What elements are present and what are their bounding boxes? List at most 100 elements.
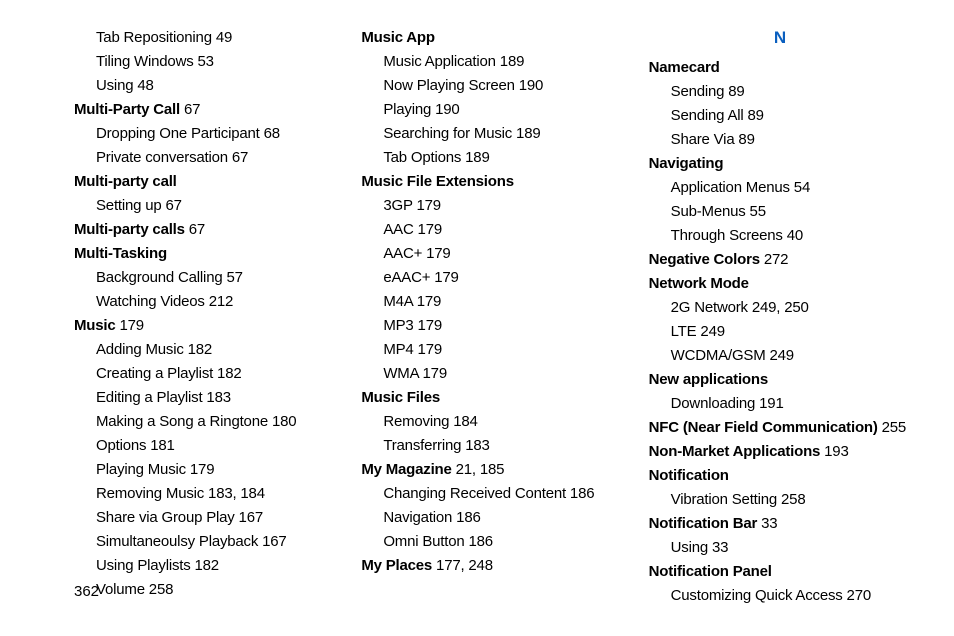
index-entry: 3GP 179 (361, 194, 624, 218)
index-page-ref[interactable]: 89 (734, 131, 754, 148)
index-page-ref[interactable]: 181 (146, 437, 174, 454)
index-page-ref[interactable]: 48 (133, 77, 153, 94)
index-entry: Tab Repositioning 49 (74, 26, 337, 50)
index-entry: MP4 179 (361, 338, 624, 362)
index-page-ref[interactable]: 189 (512, 125, 540, 142)
index-page-ref[interactable]: 179 (412, 197, 440, 214)
index-page-ref[interactable]: 167 (235, 509, 263, 526)
index-page-ref[interactable]: 249 (766, 347, 794, 364)
index-entry: Using Playlists 182 (74, 554, 337, 578)
index-term: LTE (671, 323, 697, 340)
index-page-ref[interactable]: 67 (228, 149, 248, 166)
index-page-ref[interactable]: 193 (820, 443, 848, 460)
index-page-ref[interactable]: 89 (724, 83, 744, 100)
index-entry: Namecard (649, 56, 912, 80)
index-page-ref[interactable]: 179 (430, 269, 458, 286)
index-entry: Notification (649, 464, 912, 488)
index-term: AAC+ (383, 245, 422, 262)
index-page-ref[interactable]: 33 (757, 515, 777, 532)
index-term: Playing Music (96, 461, 186, 478)
index-term: Editing a Playlist (96, 389, 202, 406)
index-page-ref[interactable]: 53 (194, 53, 214, 70)
index-columns: Tab Repositioning 49Tiling Windows 53Usi… (74, 26, 912, 608)
index-page-ref[interactable]: 54 (790, 179, 810, 196)
index-page-ref[interactable]: 179 (419, 365, 447, 382)
index-term: Options (96, 437, 146, 454)
index-page-ref[interactable]: 191 (755, 395, 783, 412)
index-term: AAC (383, 221, 413, 238)
index-page-ref[interactable]: 272 (760, 251, 788, 268)
index-page-ref[interactable]: 179 (414, 221, 442, 238)
index-page-ref[interactable]: 55 (746, 203, 766, 220)
index-page-ref[interactable]: 255 (878, 419, 906, 436)
index-entry: Playing Music 179 (74, 458, 337, 482)
index-page-ref[interactable]: 177, 248 (432, 557, 493, 574)
index-entry: Adding Music 182 (74, 338, 337, 362)
index-page-ref[interactable]: 249, 250 (748, 299, 809, 316)
index-page-ref[interactable]: 33 (708, 539, 728, 556)
index-page-ref[interactable]: 67 (185, 221, 205, 238)
index-entry: WMA 179 (361, 362, 624, 386)
index-entry: LTE 249 (649, 320, 912, 344)
index-page-ref[interactable]: 190 (515, 77, 543, 94)
index-page-ref[interactable]: 186 (452, 509, 480, 526)
index-entry: MP3 179 (361, 314, 624, 338)
index-term: Multi-party call (74, 173, 177, 190)
index-page-ref[interactable]: 49 (212, 29, 232, 46)
index-term: 3GP (383, 197, 412, 214)
index-term: Using Playlists (96, 557, 191, 574)
index-page-ref[interactable]: 21, 185 (452, 461, 505, 478)
index-page-ref[interactable]: 67 (162, 197, 182, 214)
index-entry: Negative Colors 272 (649, 248, 912, 272)
index-page-ref[interactable]: 67 (180, 101, 200, 118)
index-entry: M4A 179 (361, 290, 624, 314)
index-term: Music Application (383, 53, 496, 70)
index-page-ref[interactable]: 189 (461, 149, 489, 166)
index-page-ref[interactable]: 183 (202, 389, 230, 406)
index-page-ref[interactable]: 249 (696, 323, 724, 340)
index-entry: Share via Group Play 167 (74, 506, 337, 530)
index-page-ref[interactable]: 180 (268, 413, 296, 430)
index-term: Creating a Playlist (96, 365, 213, 382)
index-page-ref[interactable]: 186 (566, 485, 594, 502)
index-page-ref[interactable]: 190 (431, 101, 459, 118)
index-entry: Downloading 191 (649, 392, 912, 416)
index-page-ref[interactable]: 270 (843, 587, 871, 604)
index-term: Notification Panel (649, 563, 772, 580)
index-page-ref[interactable]: 258 (145, 581, 173, 598)
index-page-ref[interactable]: 179 (186, 461, 214, 478)
index-page-ref[interactable]: 182 (191, 557, 219, 574)
index-page-ref[interactable]: 258 (777, 491, 805, 508)
index-entry: Notification Panel (649, 560, 912, 584)
index-page-ref[interactable]: 186 (465, 533, 493, 550)
index-page-ref[interactable]: 179 (414, 317, 442, 334)
index-page-ref[interactable]: 68 (260, 125, 280, 142)
index-page-ref[interactable]: 212 (205, 293, 233, 310)
page-number: 362 (74, 583, 99, 600)
index-page-ref[interactable]: 183, 184 (204, 485, 265, 502)
index-entry: Multi-party calls 67 (74, 218, 337, 242)
index-entry: Editing a Playlist 183 (74, 386, 337, 410)
index-entry: Options 181 (74, 434, 337, 458)
index-page-ref[interactable]: 182 (184, 341, 212, 358)
index-entry: Navigation 186 (361, 506, 624, 530)
index-page-ref[interactable]: 184 (449, 413, 477, 430)
index-page-ref[interactable]: 89 (744, 107, 764, 124)
index-term: Downloading (671, 395, 756, 412)
index-term: New applications (649, 371, 768, 388)
index-page-ref[interactable]: 182 (213, 365, 241, 382)
index-page-ref[interactable]: 179 (413, 293, 441, 310)
index-page-ref[interactable]: 57 (222, 269, 242, 286)
index-term: Music Files (361, 389, 440, 406)
index-page-ref[interactable]: 167 (258, 533, 286, 550)
index-term: Background Calling (96, 269, 222, 286)
index-column: Music AppMusic Application 189Now Playin… (361, 26, 624, 608)
index-page-ref[interactable]: 189 (496, 53, 524, 70)
index-page-ref[interactable]: 179 (116, 317, 144, 334)
index-page-ref[interactable]: 40 (783, 227, 803, 244)
index-entry: Multi-Party Call 67 (74, 98, 337, 122)
index-page-ref[interactable]: 179 (414, 341, 442, 358)
index-page-ref[interactable]: 179 (422, 245, 450, 262)
index-entry: Navigating (649, 152, 912, 176)
index-page-ref[interactable]: 183 (461, 437, 489, 454)
